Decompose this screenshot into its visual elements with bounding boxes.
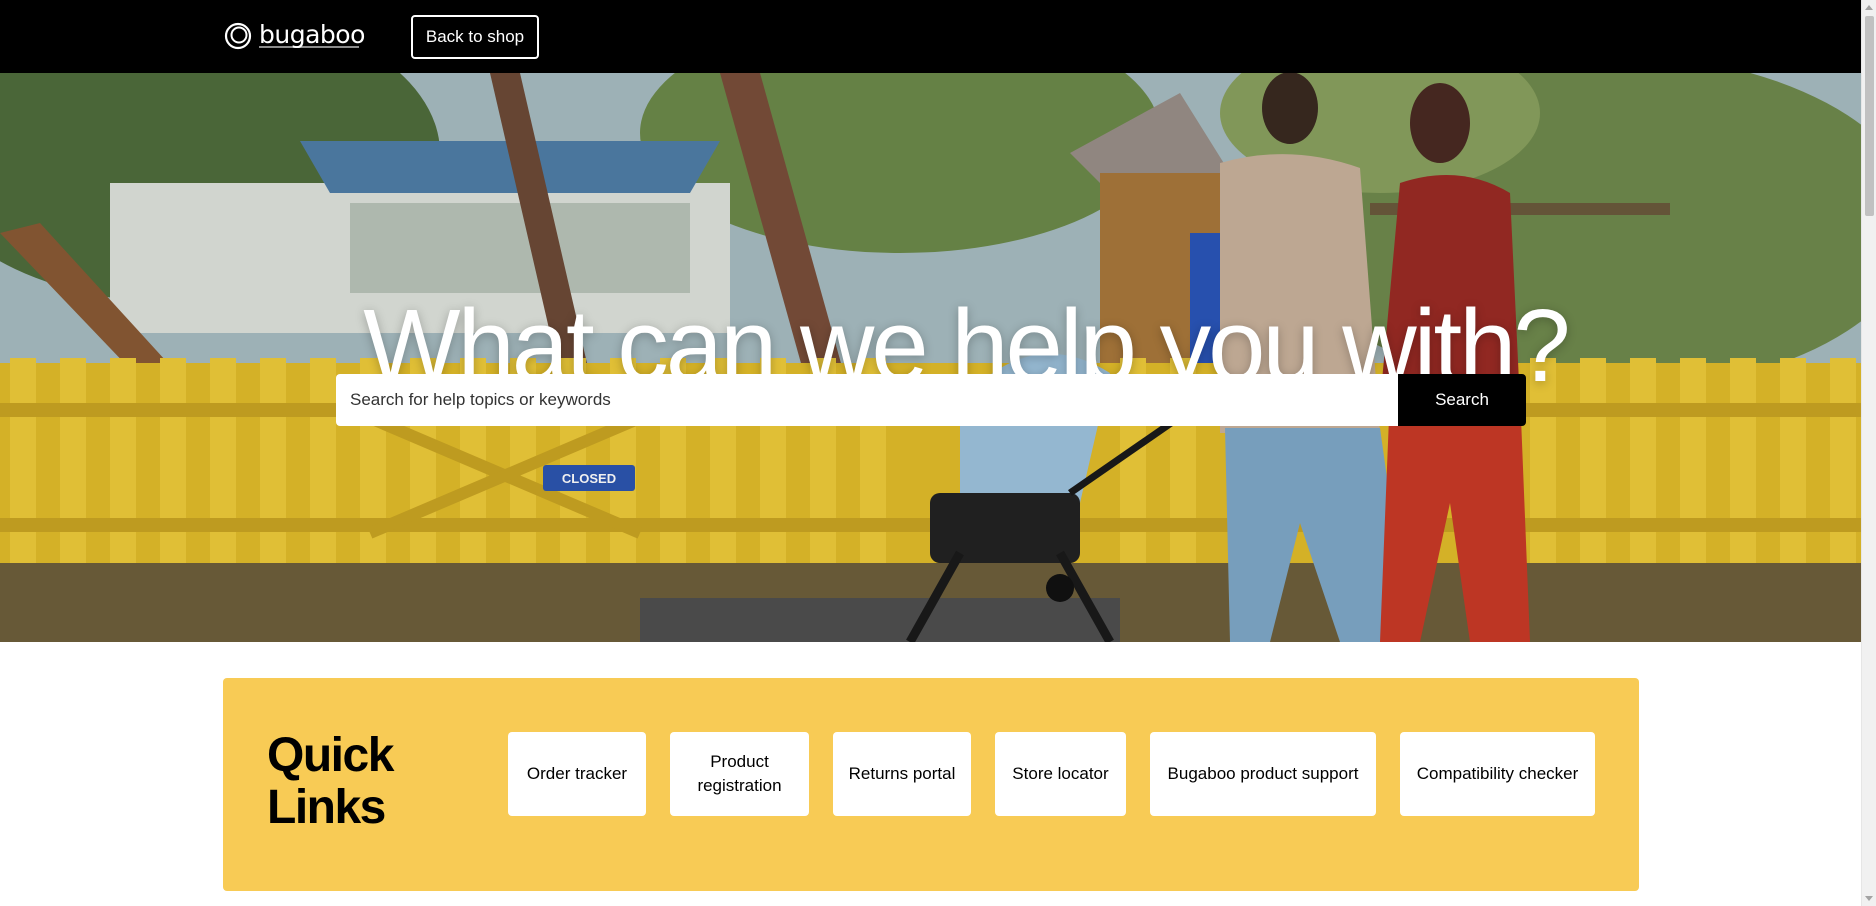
scroll-up-icon[interactable]	[1865, 5, 1873, 10]
logo-tagline	[259, 46, 359, 48]
quick-link-product-registration[interactable]: Product registration	[670, 732, 809, 816]
search-input[interactable]	[336, 374, 1398, 426]
quick-link-order-tracker[interactable]: Order tracker	[508, 732, 646, 816]
search-button[interactable]: Search	[1398, 374, 1526, 426]
top-navigation-bar: bugaboo Back to shop	[0, 0, 1861, 73]
logo-wordmark: bugaboo	[259, 19, 365, 49]
back-to-shop-button[interactable]: Back to shop	[411, 15, 539, 59]
quick-links-panel: Quick Links Order tracker Product regist…	[223, 678, 1639, 891]
quick-links-title: Quick Links	[267, 729, 394, 834]
bugaboo-logo-icon	[224, 22, 252, 50]
page-scrollbar[interactable]	[1861, 0, 1876, 906]
search-bar: Search	[336, 374, 1526, 426]
scroll-down-icon[interactable]	[1865, 896, 1873, 901]
scrollbar-thumb[interactable]	[1865, 16, 1874, 216]
quick-link-store-locator[interactable]: Store locator	[995, 732, 1126, 816]
bugaboo-logo[interactable]: bugaboo	[223, 21, 365, 51]
quick-link-compatibility-checker[interactable]: Compatibility checker	[1400, 732, 1595, 816]
quick-link-returns-portal[interactable]: Returns portal	[833, 732, 971, 816]
hero-banner: CLOSED What can we help you with? Search	[0, 73, 1861, 642]
quick-link-bugaboo-product-support[interactable]: Bugaboo product support	[1150, 732, 1376, 816]
